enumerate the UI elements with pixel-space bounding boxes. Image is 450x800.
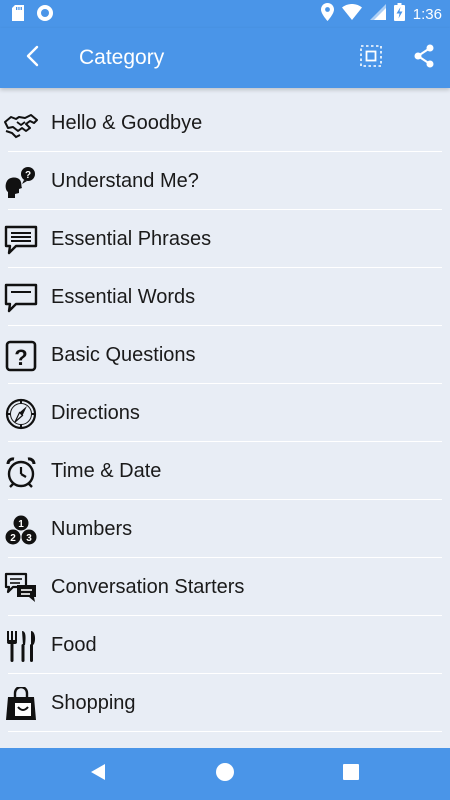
category-item-directions[interactable]: Directions xyxy=(0,384,450,442)
numbers-balls-icon: 123 xyxy=(4,513,38,547)
category-item-understand-me[interactable]: ? Understand Me? xyxy=(0,152,450,210)
status-right-icons: 1:36 xyxy=(320,3,442,25)
category-label: Directions xyxy=(51,402,140,424)
category-label: Conversation Starters xyxy=(51,576,245,598)
category-label: Shopping xyxy=(51,692,136,714)
fullscreen-icon xyxy=(360,44,382,72)
category-label: Time & Date xyxy=(51,460,162,482)
category-item-essential-words[interactable]: Essential Words xyxy=(0,268,450,326)
category-item-basic-questions[interactable]: ? Basic Questions xyxy=(0,326,450,384)
fullscreen-button[interactable] xyxy=(351,38,391,78)
page-title: Category xyxy=(79,46,165,69)
svg-text:?: ? xyxy=(25,170,31,181)
sync-circle-icon xyxy=(36,4,54,27)
app-bar: Category xyxy=(0,28,450,88)
location-icon xyxy=(320,3,334,25)
back-triangle-icon xyxy=(90,763,106,786)
nav-recents-button[interactable] xyxy=(331,754,371,794)
battery-charging-icon xyxy=(393,3,405,25)
category-item-hello-goodbye[interactable]: Hello & Goodbye xyxy=(0,94,450,152)
head-question-icon: ? xyxy=(4,165,38,199)
handshake-icon xyxy=(4,107,38,141)
category-label: Numbers xyxy=(51,518,133,540)
shopping-bag-icon xyxy=(4,687,38,721)
category-label: Food xyxy=(51,634,97,656)
sd-card-icon xyxy=(12,5,24,26)
back-button[interactable] xyxy=(12,38,52,78)
alarm-clock-icon xyxy=(4,455,38,489)
category-item-numbers[interactable]: 123 Numbers xyxy=(0,500,450,558)
speech-bubble-lines-icon xyxy=(4,223,38,257)
svg-text:1: 1 xyxy=(18,519,24,530)
home-circle-icon xyxy=(215,762,235,787)
share-button[interactable] xyxy=(404,38,444,78)
two-bubbles-icon xyxy=(4,571,38,605)
status-bar: 1:36 xyxy=(0,0,450,28)
category-item-food[interactable]: Food xyxy=(0,616,450,674)
system-nav-bar xyxy=(0,748,450,800)
nav-back-button[interactable] xyxy=(78,754,118,794)
wifi-icon xyxy=(341,3,362,24)
status-left-icons xyxy=(12,4,54,27)
category-item-conversation-starters[interactable]: Conversation Starters xyxy=(0,558,450,616)
question-box-icon: ? xyxy=(4,339,38,373)
category-label: Essential Words xyxy=(51,286,196,308)
category-list[interactable]: Hello & Goodbye ? Understand Me? Essenti… xyxy=(0,88,450,748)
category-item-shopping[interactable]: Shopping xyxy=(0,674,450,732)
svg-text:?: ? xyxy=(14,345,27,370)
category-item-time-date[interactable]: Time & Date xyxy=(0,442,450,500)
signal-icon xyxy=(369,4,386,24)
category-item-essential-phrases[interactable]: Essential Phrases xyxy=(0,210,450,268)
category-label: Understand Me? xyxy=(51,170,199,192)
svg-text:3: 3 xyxy=(26,533,32,544)
share-icon xyxy=(413,44,435,73)
svg-text:2: 2 xyxy=(10,533,16,544)
chevron-left-icon xyxy=(25,45,39,72)
category-item-next-partial[interactable] xyxy=(0,732,450,748)
compass-icon xyxy=(4,397,38,431)
category-label: Essential Phrases xyxy=(51,228,212,250)
category-label: Basic Questions xyxy=(51,344,196,366)
nav-home-button[interactable] xyxy=(205,754,245,794)
speech-bubble-line-icon xyxy=(4,281,38,315)
recents-square-icon xyxy=(342,763,360,786)
fork-knife-icon xyxy=(4,629,38,663)
category-label: Hello & Goodbye xyxy=(51,112,203,134)
status-time: 1:36 xyxy=(412,5,442,23)
